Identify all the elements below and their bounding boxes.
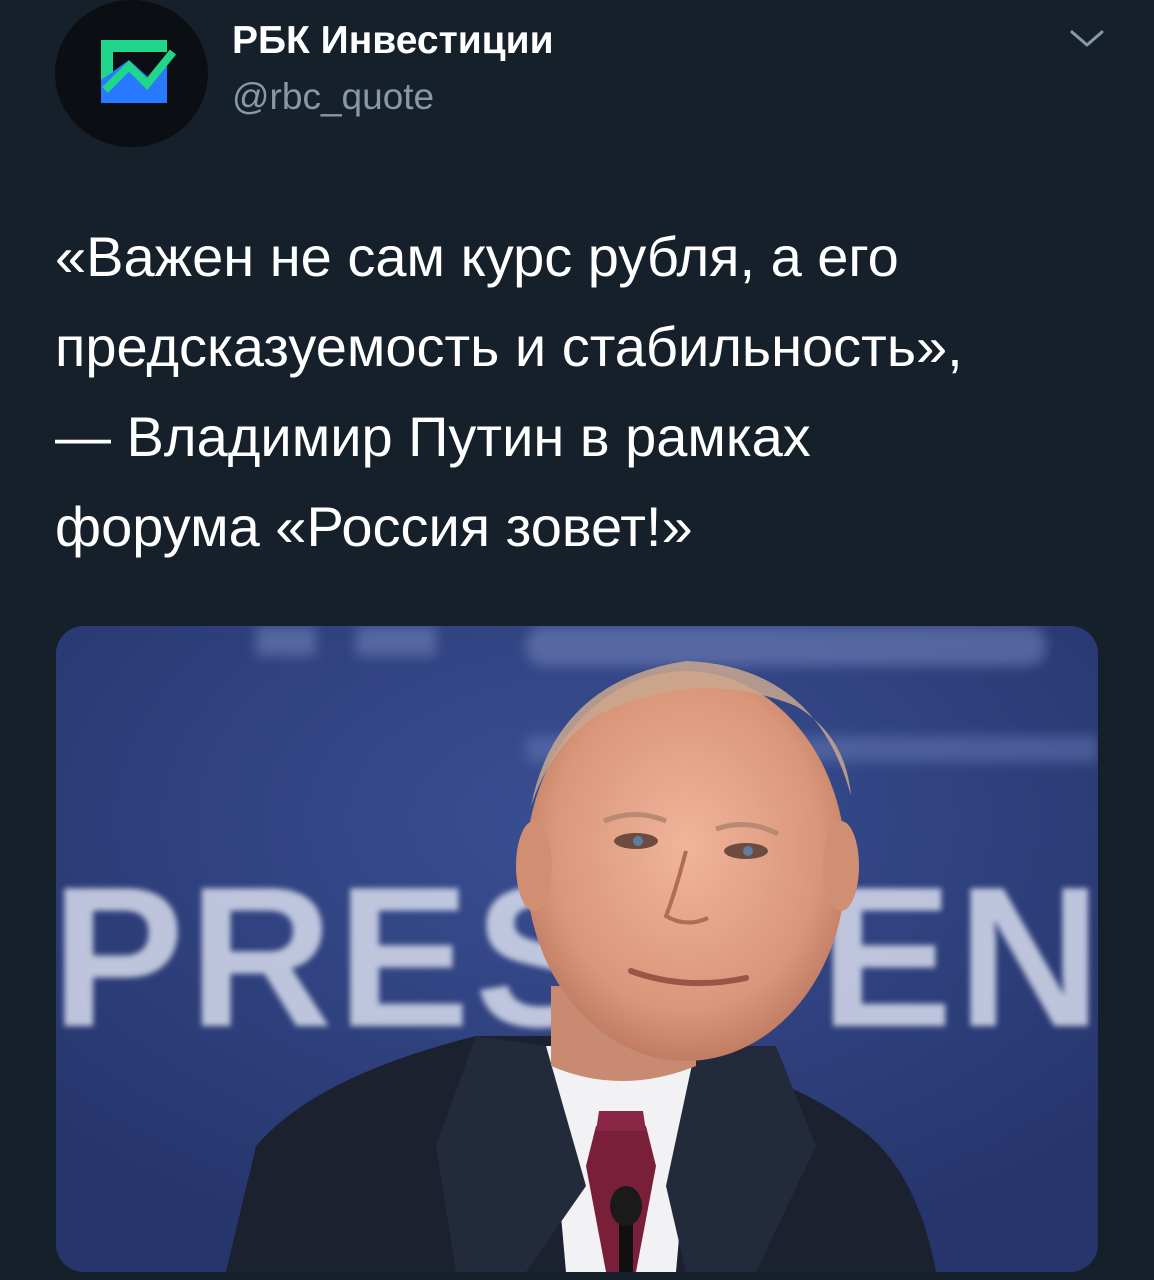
rbc-investments-chart-logo-icon <box>55 0 208 147</box>
tweet: РБК Инвестиции @rbc_quote «Важен не сам … <box>0 0 1154 1280</box>
tweet-photo[interactable]: PRESIDENT <box>56 626 1098 1272</box>
author-handle[interactable]: @rbc_quote <box>232 76 434 118</box>
tweet-text-line: «Важен не сам курс рубля, а его <box>55 225 899 288</box>
tweet-text-line: предсказуемость и стабильность», <box>55 315 963 378</box>
avatar[interactable] <box>55 0 208 147</box>
author-name[interactable]: РБК Инвестиции <box>232 19 554 63</box>
chevron-down-icon[interactable] <box>1064 24 1110 54</box>
photo-icon: PRESIDENT <box>56 626 1098 1272</box>
tweet-text-line: форума «Россия зовет!» <box>55 495 693 558</box>
tweet-text-line: — Владимир Путин в рамках <box>55 405 811 468</box>
tweet-text: «Важен не сам курс рубля, а его предсказ… <box>55 212 1115 572</box>
